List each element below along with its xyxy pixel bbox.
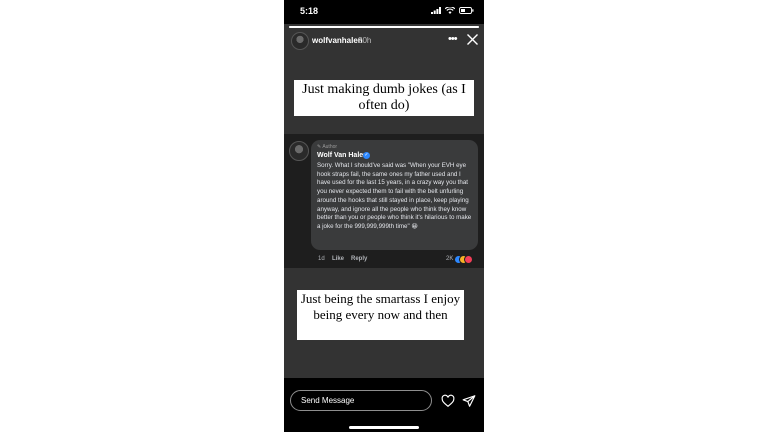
verified-icon: ✓ (363, 152, 370, 159)
love-reaction-icon (464, 255, 473, 264)
status-time: 5:18 (300, 6, 319, 16)
story-caption-bottom: Just being the smartass I enjoy being ev… (297, 290, 464, 340)
reaction-count: 2K (446, 256, 454, 262)
avatar[interactable] (291, 32, 309, 50)
status-bar: 5:18 (284, 0, 484, 22)
comment-screenshot: ✎ Author Wolf Van Halen ✓ Sorry. What I … (284, 134, 484, 268)
phone-screen: 5:18 wolfvanhalen 20h ••• Just making du… (284, 0, 484, 432)
send-message-input[interactable]: Send Message (290, 390, 432, 411)
comment-author-name: Wolf Van Halen (317, 152, 368, 159)
comment-meta-row: 1d Like Reply 2K (318, 255, 480, 266)
reply-button: Reply (351, 256, 368, 262)
like-button: Like (332, 256, 345, 262)
comment-bubble: ✎ Author Wolf Van Halen ✓ Sorry. What I … (311, 140, 478, 250)
story-time: 20h (358, 36, 372, 45)
author-badge-label: Author (322, 144, 338, 150)
comment-text: Sorry. What I should've said was "When y… (317, 162, 472, 230)
story-caption-top: Just making dumb jokes (as I often do) (294, 80, 474, 116)
home-indicator (349, 426, 419, 429)
battery-icon (459, 7, 474, 14)
author-badge: ✎ Author (317, 144, 338, 150)
wifi-icon (445, 7, 455, 14)
more-options-icon[interactable]: ••• (448, 34, 458, 45)
story-progress-fill (289, 26, 479, 28)
comment-avatar (289, 141, 309, 161)
story-header: wolfvanhalen 20h ••• (284, 30, 484, 52)
comment-age: 1d (318, 256, 325, 262)
status-icons (431, 7, 474, 14)
story-view[interactable]: wolfvanhalen 20h ••• Just making dumb jo… (284, 24, 484, 378)
reply-bar: Send Message (284, 378, 484, 432)
close-icon[interactable] (466, 33, 479, 46)
story-username[interactable]: wolfvanhalen (312, 36, 363, 45)
send-icon[interactable] (462, 394, 476, 408)
signal-icon (431, 7, 441, 14)
heart-icon[interactable] (441, 394, 455, 408)
story-progress-bar (289, 26, 479, 28)
